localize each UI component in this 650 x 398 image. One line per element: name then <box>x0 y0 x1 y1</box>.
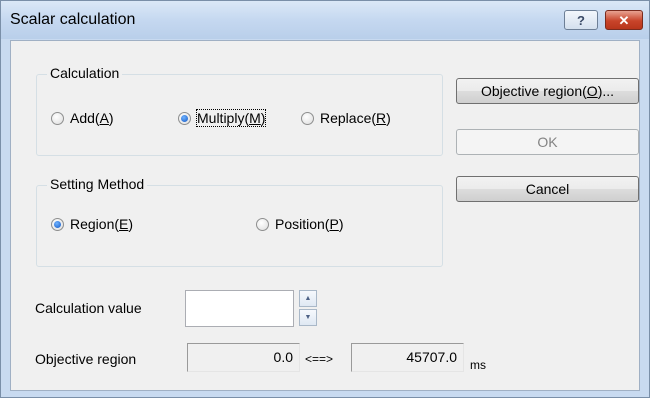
calculation-value-input[interactable] <box>185 290 294 327</box>
calculation-value-label: Calculation value <box>35 300 142 316</box>
radio-replace[interactable]: Replace(R) <box>301 110 391 126</box>
region-separator: <==> <box>305 352 334 366</box>
radio-region-label: Region(E) <box>70 216 134 232</box>
calculation-group-label: Calculation <box>47 65 123 81</box>
title-bar[interactable]: Scalar calculation ? ✕ <box>1 1 649 39</box>
radio-replace-label: Replace(R) <box>320 110 391 126</box>
calculation-value-spinner[interactable]: ▲ ▼ <box>299 290 317 326</box>
ok-button[interactable]: OK <box>456 129 639 155</box>
radio-replace-indicator <box>301 111 314 125</box>
spinner-up-icon[interactable]: ▲ <box>299 290 317 307</box>
radio-region-indicator <box>51 217 64 231</box>
dialog-window: Scalar calculation ? ✕ Calculation Add(A… <box>0 0 650 398</box>
objective-region-unit: ms <box>470 358 486 372</box>
radio-add-label: Add(A) <box>70 110 114 126</box>
cancel-button[interactable]: Cancel <box>456 176 639 202</box>
objective-region-start: 0.0 <box>187 343 300 372</box>
objective-region-button[interactable]: Objective region(O)... <box>456 78 639 104</box>
radio-multiply-indicator <box>178 111 191 125</box>
dialog-client: Calculation Add(A) Multiply(M) Replace(R… <box>10 40 640 391</box>
objective-region-end: 45707.0 <box>351 343 464 372</box>
radio-position-label: Position(P) <box>275 216 344 232</box>
radio-add[interactable]: Add(A) <box>51 110 114 126</box>
radio-position-indicator <box>256 217 269 231</box>
radio-position[interactable]: Position(P) <box>256 216 343 232</box>
radio-add-indicator <box>51 111 64 125</box>
help-button[interactable]: ? <box>564 10 598 30</box>
radio-region[interactable]: Region(E) <box>51 216 133 232</box>
close-button[interactable]: ✕ <box>605 10 643 30</box>
objective-region-label: Objective region <box>35 351 137 367</box>
radio-multiply[interactable]: Multiply(M) <box>178 109 267 127</box>
window-title: Scalar calculation <box>10 11 136 28</box>
radio-multiply-label: Multiply(M) <box>195 109 267 127</box>
setting-method-group-label: Setting Method <box>47 176 148 192</box>
spinner-down-icon[interactable]: ▼ <box>299 309 317 326</box>
